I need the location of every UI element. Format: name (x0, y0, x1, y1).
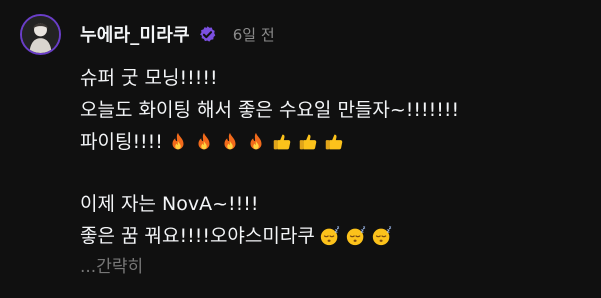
collapse-link[interactable]: ...간략히 (80, 252, 590, 282)
post-text: 슈퍼 굿 모닝!!!!! (80, 67, 218, 89)
sleeping-face-icon: zz (319, 225, 341, 247)
sleeping-face-icon: zz (345, 225, 367, 247)
post-line: 이제 자는 NovA~!!!! (80, 188, 590, 220)
post-line: 파이팅!!!! (80, 126, 590, 158)
fire-icon (167, 131, 189, 153)
svg-text:z: z (337, 225, 340, 230)
username[interactable]: 누에라_미라쿠 (80, 21, 190, 47)
avatar-image (22, 16, 59, 53)
post-line: 슈퍼 굿 모닝!!!!! (80, 62, 590, 94)
verified-badge-icon (198, 25, 217, 44)
post-text: 오늘도 화이팅 해서 좋은 수요일 만들자~!!!!!!! (80, 99, 460, 121)
post-line: 좋은 꿈 꿔요!!!!오야스미라쿠 zz zz zz (80, 220, 590, 252)
post-timestamp: 6일 전 (232, 25, 275, 44)
thumbs-up-icon (297, 131, 319, 153)
post-header: 누에라_미라쿠 6일 전 (80, 20, 275, 48)
svg-text:z: z (363, 225, 366, 230)
avatar[interactable] (20, 14, 61, 55)
thread-post: 누에라_미라쿠 6일 전 슈퍼 굿 모닝!!!!! 오늘도 화이팅 해서 좋은 … (0, 0, 601, 298)
fire-icon (219, 131, 241, 153)
post-text: 좋은 꿈 꿔요!!!!오야스미라쿠 (80, 225, 315, 247)
fire-icon (193, 131, 215, 153)
post-body: 슈퍼 굿 모닝!!!!! 오늘도 화이팅 해서 좋은 수요일 만들자~!!!!!… (80, 62, 590, 282)
thumbs-up-icon (271, 131, 293, 153)
sleeping-face-icon: zz (371, 225, 393, 247)
post-line: 오늘도 화이팅 해서 좋은 수요일 만들자~!!!!!!! (80, 94, 590, 126)
thumbs-up-icon (323, 131, 345, 153)
fire-icon (245, 131, 267, 153)
post-text: 파이팅!!!! (80, 131, 163, 153)
post-text: 이제 자는 NovA~!!!! (80, 193, 259, 215)
svg-text:z: z (389, 225, 392, 230)
